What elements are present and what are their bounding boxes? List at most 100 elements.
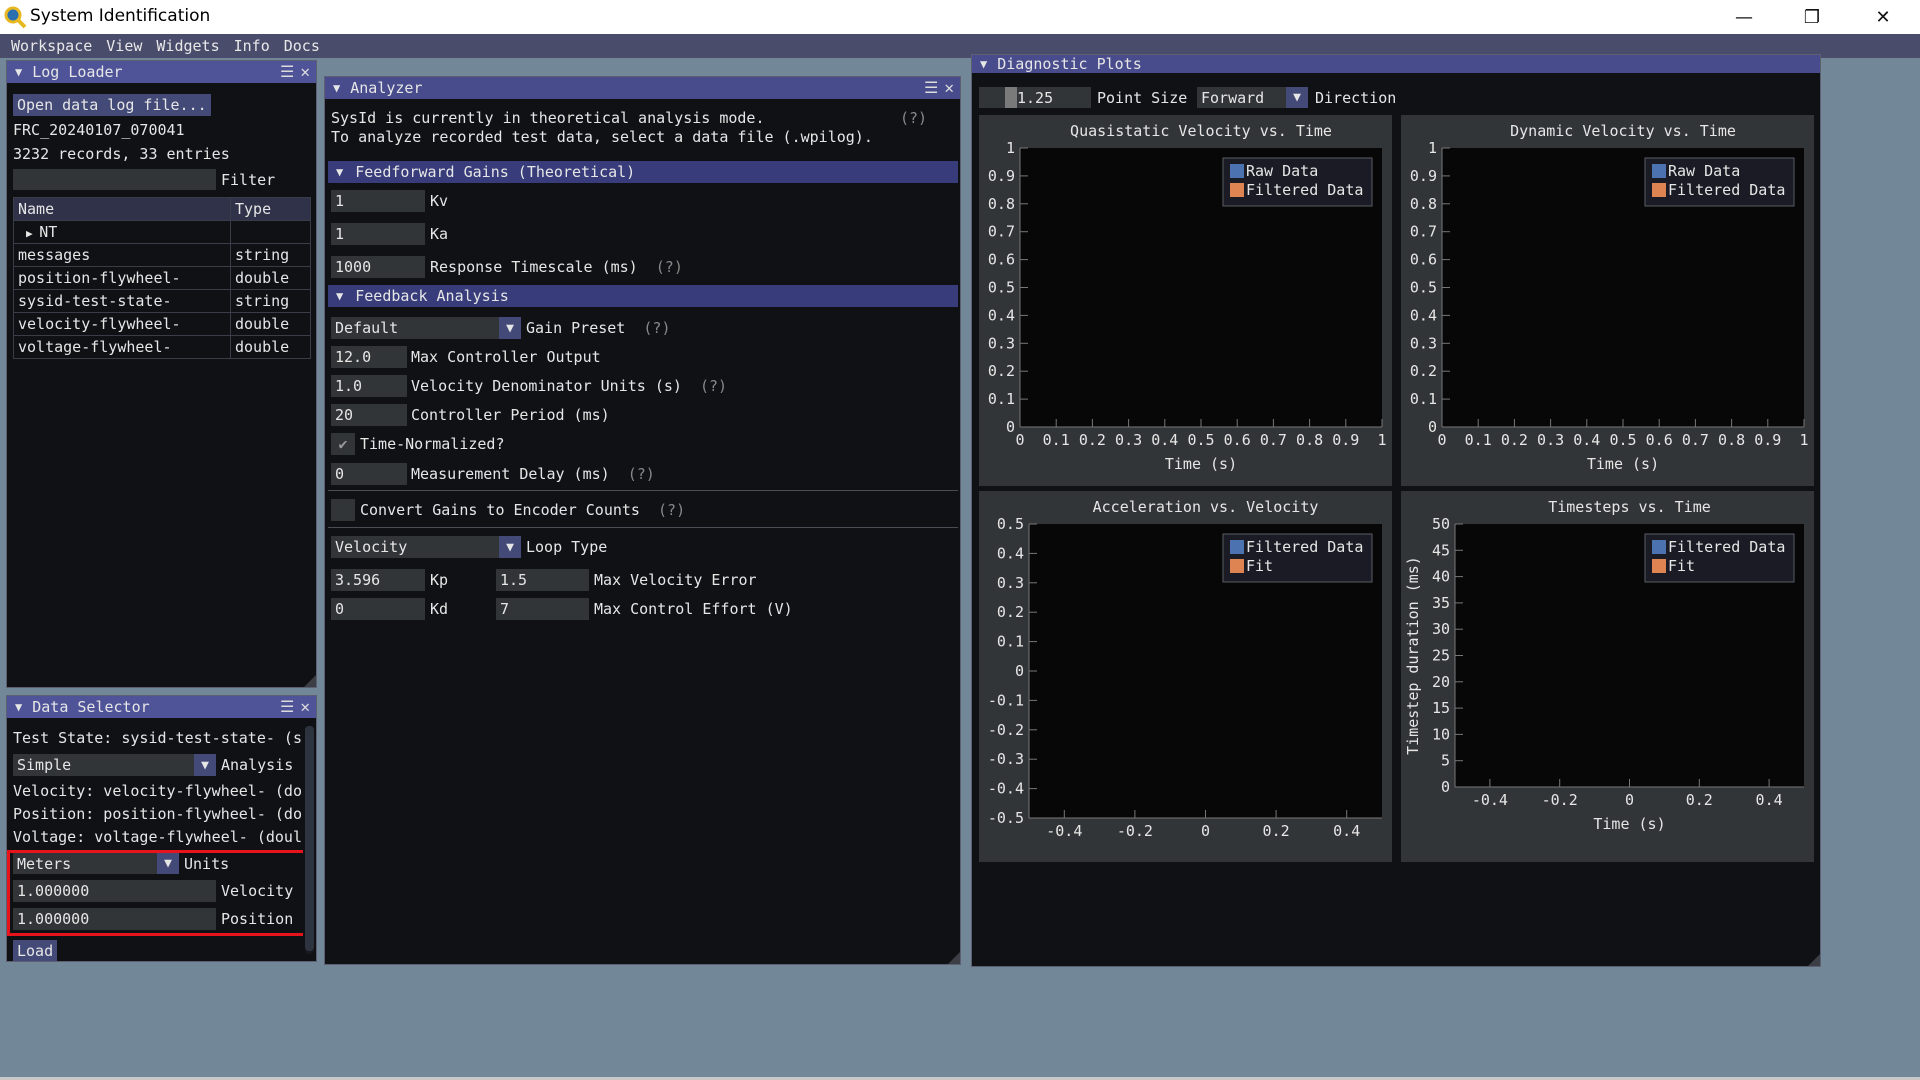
close-window-button[interactable]: ✕ (1860, 0, 1906, 34)
timescale-input[interactable]: 1000 (331, 256, 425, 278)
ka-input[interactable]: 1 (331, 223, 425, 245)
menu-icon[interactable]: ☰ (280, 697, 294, 716)
y-tick-label: 1 (1428, 139, 1437, 157)
close-icon[interactable]: ✕ (944, 78, 954, 97)
table-row[interactable]: velocity-flywheel-double (13, 312, 311, 336)
legend-entry: Filtered Data (1668, 181, 1785, 199)
menu-icon[interactable]: ☰ (280, 62, 294, 81)
entry-name: NT (39, 223, 58, 241)
plot-dynamic[interactable]: Dynamic Velocity vs. Time 0 0.1 0.2 0.3 0.4 0.… (1401, 115, 1814, 486)
analysis-combo[interactable]: Simple ▼ (13, 754, 216, 776)
resize-grip[interactable] (948, 952, 960, 964)
tree-expand-icon[interactable]: ▶ (26, 227, 39, 240)
open-log-button[interactable]: Open data log file... (13, 94, 211, 116)
controller-period-input[interactable]: 20 (331, 404, 407, 426)
measurement-delay-input[interactable]: 0 (331, 463, 407, 485)
convert-gains-checkbox[interactable] (331, 499, 355, 521)
legend-entry: Raw Data (1246, 162, 1318, 180)
position-scale-input[interactable]: 1.000000 (13, 908, 216, 930)
timescale-label: Response Timescale (ms) (430, 258, 638, 276)
table-row[interactable]: messages string (13, 243, 311, 267)
analyzer-titlebar[interactable]: ▼ Analyzer ☰ ✕ (325, 77, 960, 99)
units-combo[interactable]: Meters ▼ (13, 853, 179, 874)
help-marker[interactable]: (?) (700, 377, 727, 395)
kv-label: Kv (430, 192, 449, 210)
y-tick-label: 0 (1428, 418, 1437, 436)
help-marker[interactable]: (?) (900, 109, 927, 127)
collapse-arrow-icon[interactable]: ▼ (15, 700, 22, 714)
vel-denominator-input[interactable]: 1.0 (331, 375, 407, 397)
max-output-input[interactable]: 12.0 (331, 346, 407, 368)
plot-timesteps[interactable]: Timesteps vs. Time -0.4 -0.2 0 0.2 0.4 0 5 10 15 2… (1401, 491, 1814, 862)
menu-widgets[interactable]: Widgets (149, 37, 226, 55)
data-selector-titlebar[interactable]: ▼ Data Selector ☰ ✕ (7, 696, 316, 718)
close-icon[interactable]: ✕ (300, 697, 310, 716)
slider-grab[interactable] (1005, 87, 1017, 108)
legend-entry: Filtered Data (1246, 181, 1363, 199)
help-marker[interactable]: (?) (658, 501, 685, 519)
kv-input[interactable]: 1 (331, 190, 425, 212)
resize-grip[interactable] (304, 675, 316, 687)
x-tick-label: 0.8 (1296, 431, 1323, 449)
restore-button[interactable]: ❐ (1789, 0, 1835, 34)
table-row[interactable]: ▶ NT (13, 220, 311, 244)
x-tick-label: 0.4 (1151, 431, 1178, 449)
menu-icon[interactable]: ☰ (924, 78, 938, 97)
table-row[interactable]: position-flywheel-double (13, 266, 311, 290)
dropdown-arrow-icon[interactable]: ▼ (499, 536, 521, 558)
diagnostic-plots-titlebar[interactable]: ▼ Diagnostic Plots (972, 55, 1820, 73)
y-tick-label: 25 (1432, 647, 1450, 665)
direction-combo[interactable]: Forward ▼ (1197, 87, 1308, 108)
kp-input[interactable]: 3.596 (331, 569, 425, 591)
max-control-effort-input[interactable]: 7 (496, 598, 589, 620)
legend-entry: Raw Data (1668, 162, 1740, 180)
x-tick-label: 0.1 (1465, 431, 1492, 449)
gain-preset-combo[interactable]: Default ▼ (331, 317, 521, 339)
point-size-slider[interactable]: 1.25 (979, 87, 1091, 108)
help-marker[interactable]: (?) (656, 258, 683, 276)
menu-docs[interactable]: Docs (277, 37, 327, 55)
plot-quasistatic[interactable]: Quasistatic Velocity vs. Time 0 0.1 0.2 0.3 0… (979, 115, 1392, 486)
column-header-name[interactable]: Name (13, 197, 231, 221)
direction-label: Direction (1315, 89, 1397, 107)
minimize-button[interactable]: — (1721, 0, 1767, 34)
dropdown-arrow-icon[interactable]: ▼ (499, 317, 521, 339)
menu-workspace[interactable]: Workspace (4, 37, 99, 55)
load-button[interactable]: Load (13, 940, 58, 961)
x-tick-label: 0.2 (1263, 822, 1290, 840)
close-icon[interactable]: ✕ (300, 62, 310, 81)
table-row[interactable]: voltage-flywheel-double (13, 335, 311, 359)
chart-svg: Acceleration vs. Velocity -0.4 -0.2 0 0.2 0.4… (988, 498, 1382, 840)
resize-grip[interactable] (1808, 954, 1820, 966)
units-label: Units (184, 855, 230, 873)
help-marker[interactable]: (?) (628, 465, 655, 483)
feedback-header[interactable]: ▼ Feedback Analysis (328, 285, 958, 307)
log-loader-titlebar[interactable]: ▼ Log Loader ☰ ✕ (7, 61, 316, 83)
dropdown-arrow-icon[interactable]: ▼ (194, 754, 216, 776)
menu-info[interactable]: Info (227, 37, 277, 55)
feedforward-header[interactable]: ▼ Feedforward Gains (Theoretical) (328, 161, 958, 183)
x-tick-label: -0.2 (1542, 791, 1578, 809)
collapse-arrow-icon[interactable]: ▼ (15, 65, 22, 79)
dropdown-arrow-icon[interactable]: ▼ (1286, 87, 1308, 108)
column-header-type[interactable]: Type (230, 197, 311, 221)
chart-title: Timesteps vs. Time (1548, 498, 1711, 516)
time-normalized-checkbox[interactable]: ✔ (331, 433, 355, 455)
dropdown-arrow-icon[interactable]: ▼ (157, 853, 179, 874)
plot-acceleration[interactable]: Acceleration vs. Velocity -0.4 -0.2 0 0.2 0.4… (979, 491, 1392, 862)
collapse-arrow-icon[interactable]: ▼ (980, 57, 987, 71)
loop-type-combo[interactable]: Velocity ▼ (331, 536, 521, 558)
y-tick-label: -0.5 (988, 809, 1024, 827)
help-marker[interactable]: (?) (643, 319, 670, 337)
y-tick-label: 0.1 (1410, 390, 1437, 408)
velocity-scale-input[interactable]: 1.000000 (13, 880, 216, 902)
menu-view[interactable]: View (99, 37, 149, 55)
kd-input[interactable]: 0 (331, 598, 425, 620)
combo-value: Forward (1201, 88, 1265, 107)
collapse-arrow-icon[interactable]: ▼ (333, 81, 340, 95)
filter-input[interactable] (13, 169, 216, 190)
table-row[interactable]: sysid-test-state-string (13, 289, 311, 313)
scrollbar[interactable] (305, 726, 314, 954)
entry-type: double (230, 312, 311, 336)
max-velocity-error-input[interactable]: 1.5 (496, 569, 589, 591)
